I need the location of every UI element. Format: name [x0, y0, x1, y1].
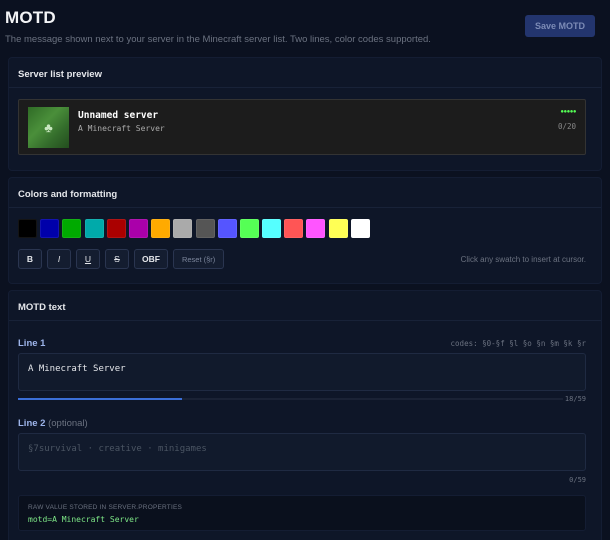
minecraft-tree-icon: ♣: [28, 107, 69, 148]
page-title: MOTD: [5, 8, 56, 27]
format-button-row: B I U S OBF Reset (§r): [18, 249, 225, 269]
server-name: Unnamed server: [78, 110, 159, 121]
line1-progress-bar: [18, 398, 563, 400]
color-swatch[interactable]: [18, 219, 37, 238]
color-swatch[interactable]: [328, 219, 348, 238]
page-subtitle: The message shown next to your server in…: [5, 34, 431, 45]
color-swatch[interactable]: [151, 219, 171, 238]
player-count: 0/20: [557, 122, 576, 131]
server-list-preview-card: Server list preview ♣ Unnamed server A M…: [8, 57, 602, 171]
reset-format-button[interactable]: Reset (§r): [172, 249, 225, 269]
colors-formatting-card: Colors and formatting B I U S OBF Reset …: [8, 177, 602, 284]
color-swatch[interactable]: [40, 219, 60, 238]
server-motd-preview: A Minecraft Server: [78, 124, 165, 133]
color-swatch[interactable]: [128, 219, 148, 238]
swatch-hint: Click any swatch to insert at cursor.: [460, 255, 586, 264]
line2-placeholder: §7survival · creative · minigames: [28, 444, 207, 454]
line1-progress-fill: [18, 398, 182, 400]
motd-text-title: MOTD text: [18, 302, 66, 313]
line1-label: Line 1: [18, 338, 46, 349]
color-swatch-row: [18, 219, 370, 238]
color-swatch[interactable]: [195, 219, 215, 238]
server-list-entry: ♣ Unnamed server A Minecraft Server ●●●●…: [18, 99, 586, 155]
save-motd-button[interactable]: Save MOTD: [525, 15, 595, 37]
page-header: MOTD The message shown next to your serv…: [5, 8, 605, 48]
color-swatch[interactable]: [62, 219, 82, 238]
ping-bars-icon: ●●●●●: [560, 109, 576, 115]
color-swatch[interactable]: [262, 219, 282, 238]
card-divider: [9, 87, 601, 88]
server-list-preview-title: Server list preview: [18, 69, 102, 80]
card-divider: [9, 207, 601, 208]
color-swatch[interactable]: [84, 219, 104, 238]
line2-label-text: Line 2: [18, 418, 46, 429]
obfuscated-button[interactable]: OBF: [134, 249, 168, 269]
line1-input[interactable]: A Minecraft Server: [18, 353, 586, 391]
card-divider: [9, 320, 601, 321]
color-swatch[interactable]: [239, 219, 259, 238]
raw-value: motd=A Minecraft Server: [28, 515, 139, 524]
line2-input[interactable]: §7survival · creative · minigames: [18, 433, 586, 471]
color-swatch[interactable]: [106, 219, 126, 238]
line2-char-count: 0/59: [569, 476, 586, 484]
line2-optional-tag: (optional): [48, 418, 88, 429]
line1-char-count: 18/59: [564, 395, 586, 403]
raw-value-box: Raw value stored in server.properties mo…: [18, 495, 586, 531]
color-swatch[interactable]: [284, 219, 304, 238]
bold-button[interactable]: B: [18, 249, 42, 269]
colors-formatting-title: Colors and formatting: [18, 189, 118, 200]
color-swatch[interactable]: [350, 219, 370, 238]
motd-text-card: MOTD text Line 1 codes: §0-§f §l §o §n §…: [8, 290, 602, 540]
raw-value-label: Raw value stored in server.properties: [28, 504, 183, 511]
italic-button[interactable]: I: [47, 249, 71, 269]
strikethrough-button[interactable]: S: [105, 249, 129, 269]
color-swatch[interactable]: [306, 219, 326, 238]
underline-button[interactable]: U: [76, 249, 100, 269]
line2-label: Line 2 (optional): [18, 418, 88, 429]
color-codes-help: codes: §0-§f §l §o §n §m §k §r: [450, 339, 586, 348]
color-swatch[interactable]: [173, 219, 193, 238]
color-swatch[interactable]: [217, 219, 237, 238]
